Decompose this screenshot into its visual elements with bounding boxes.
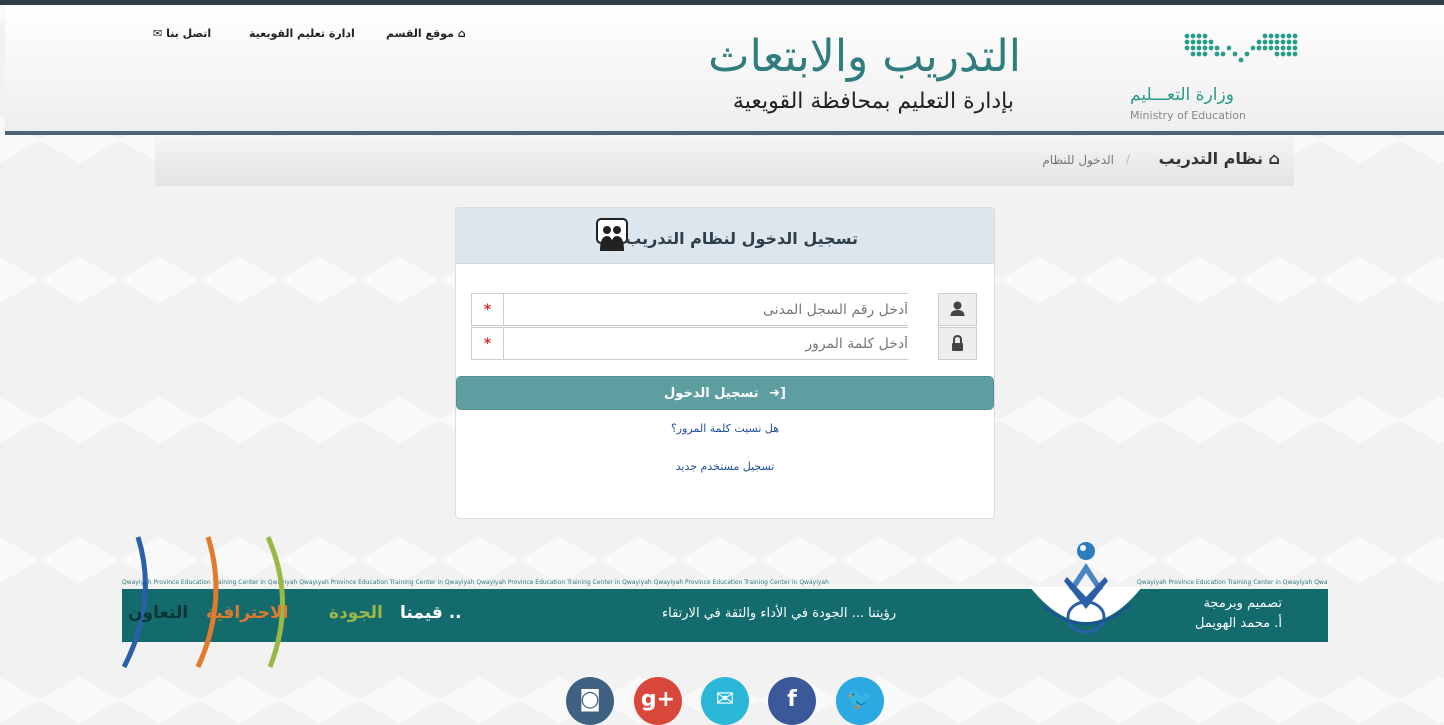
breadcrumb-home[interactable]: نظام التدريب ⌂ (1159, 149, 1280, 168)
twitter-icon[interactable]: 🐦 (836, 677, 884, 725)
login-button-label: تسجيل الدخول (664, 386, 759, 401)
value-cooperation: التعاون (128, 603, 189, 623)
home-icon: ⌂ (457, 27, 466, 40)
values-heading: قيمنا .. (400, 603, 462, 623)
site-title: التدريب والابتعاث (708, 31, 1021, 82)
training-center-logo-icon (1030, 542, 1142, 634)
instagram-icon[interactable]: ◙ (566, 677, 614, 725)
vision-statement: رؤيتنا ... الجودة في الأداء والثقة في ال… (662, 606, 897, 621)
department-site-link[interactable]: موقع القسم ⌂ (386, 27, 466, 40)
value-quality: الجودة (329, 603, 383, 623)
training-center-seal (1026, 535, 1146, 647)
credits-line-1: تصميم وبرمجة (1203, 596, 1282, 611)
required-marker: * (471, 327, 504, 360)
contact-link[interactable]: ✉ اتصل بنا (153, 27, 211, 40)
breadcrumb-current: الدخول للنظام (1042, 153, 1114, 167)
login-title: تسجيل الدخول لنظام التدريب (625, 229, 858, 248)
user-icon (938, 293, 977, 326)
email-icon[interactable]: ✉ (701, 677, 749, 725)
password-field: * (471, 327, 977, 360)
login-button[interactable]: تسجيل الدخول ➜] (456, 376, 994, 410)
forgot-password-link[interactable]: هل نسيت كلمة المرور؟ (456, 422, 994, 435)
breadcrumb-separator: / (1125, 152, 1130, 166)
site-subtitle: بإدارة التعليم بمحافظة القويعية (732, 89, 1014, 114)
credits-line-2: أ. محمد الهويمل (1195, 616, 1282, 631)
login-panel-header: تسجيل الدخول لنظام التدريب (456, 208, 994, 264)
ministry-name-arabic: وزارة التعـــليم (1130, 85, 1234, 105)
required-marker: * (471, 293, 504, 326)
users-icon (596, 218, 628, 251)
civil-id-field: * (471, 293, 977, 326)
breadcrumb: نظام التدريب ⌂ / الدخول للنظام (155, 136, 1294, 186)
education-admin-link-label: ادارة تعليم القويعية (249, 27, 355, 40)
sign-in-icon: ➜] (769, 386, 786, 401)
site-header: ✉ اتصل بنا ادارة تعليم القويعية موقع الق… (5, 5, 1444, 135)
home-icon: ⌂ (1268, 149, 1280, 168)
envelope-icon: ✉ (153, 27, 163, 40)
ministry-name-english: Ministry of Education (1130, 109, 1247, 122)
footer-banner: Qwayiyah Province Education Training Cen… (122, 535, 1328, 670)
password-input[interactable] (504, 327, 908, 360)
lock-icon (938, 327, 977, 360)
civil-id-input[interactable] (504, 293, 908, 326)
banner-strip-text: Qwayiyah Province Education Training Cen… (1137, 579, 1328, 586)
login-panel: تسجيل الدخول لنظام التدريب * * تسجيل الد… (455, 207, 995, 519)
breadcrumb-home-label: نظام التدريب (1158, 149, 1263, 168)
department-site-link-label: موقع القسم (386, 27, 454, 40)
contact-link-label: اتصل بنا (166, 27, 212, 40)
facebook-icon[interactable]: f (768, 677, 816, 725)
register-link[interactable]: تسجيل مستخدم جديد (456, 460, 994, 473)
google-plus-icon[interactable]: g+ (634, 677, 682, 725)
education-admin-link[interactable]: ادارة تعليم القويعية (249, 27, 355, 40)
value-professionalism: الاحترافية (206, 603, 289, 623)
